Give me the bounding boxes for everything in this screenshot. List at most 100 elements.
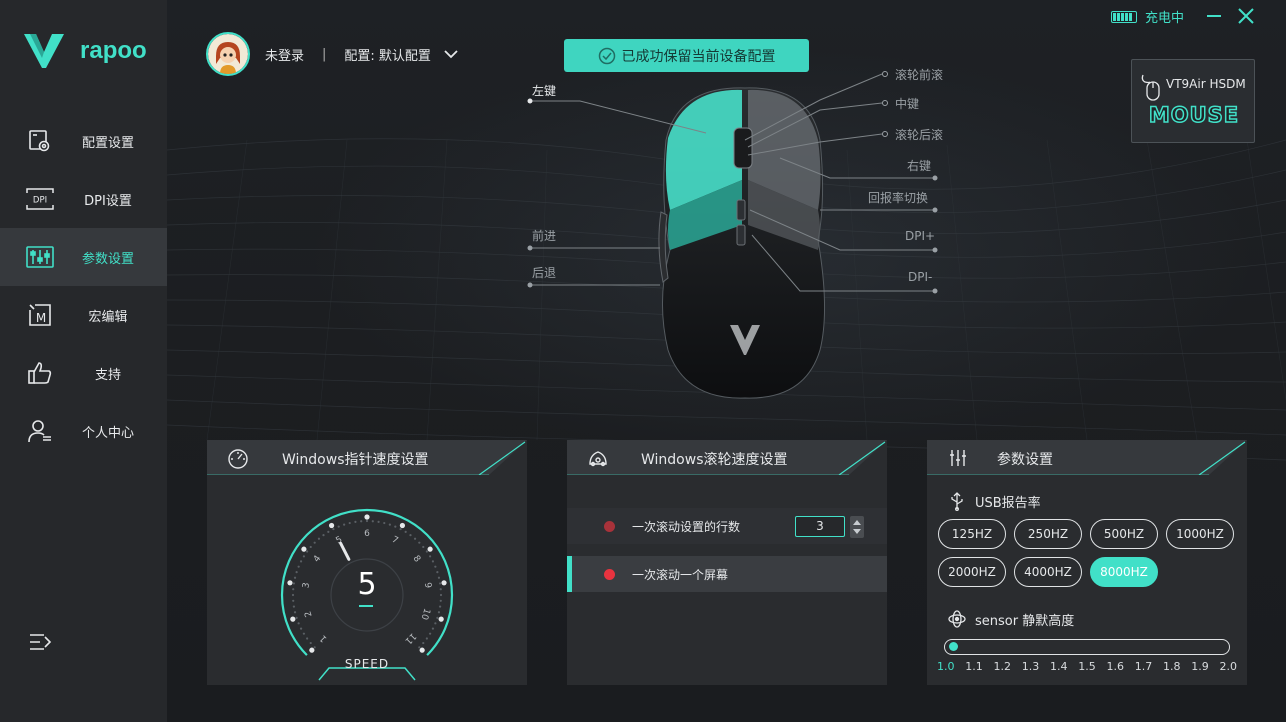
gauge-dot [436,616,439,619]
rate-250hz-button[interactable]: 250HZ [1014,519,1082,549]
gauge-dot [425,550,428,553]
radio-indicator [604,568,615,580]
scale-tick[interactable]: 1.2 [994,660,1012,673]
scale-tick[interactable]: 1.8 [1163,660,1181,673]
gauge-dot [360,520,363,523]
panel-title: Windows指针速度设置 [282,452,429,468]
avatar-icon [208,34,248,74]
gauge-tick-label: 1 [318,633,329,644]
sidebar-item-dpi[interactable]: DPI DPI设置 [0,170,167,228]
rate-4000hz-button[interactable]: 4000HZ [1014,557,1082,587]
rate-2000hz-button[interactable]: 2000HZ [938,557,1006,587]
label-report-rate-switch[interactable]: 回报率切换 [868,189,928,206]
label-back-button[interactable]: 后退 [532,264,556,281]
sidebar-item-label: DPI设置 [84,193,132,209]
collapse-menu-icon [30,634,52,650]
sidebar-item-config[interactable]: 配置设置 [0,112,167,170]
pointer-speed-panel: Windows指针速度设置 1 2 3 4 5 6 7 8 9 10 11 5 SPEED [207,440,527,685]
scale-tick[interactable]: 1.0 [937,660,955,673]
scroll-option-screen[interactable]: 一次滚动一个屏幕 [567,556,887,592]
sidebar-item-parameters[interactable]: 参数设置 [0,228,167,286]
gauge-dot [425,637,428,640]
macro-icon: M [26,301,54,329]
scale-tick[interactable]: 1.4 [1050,660,1068,673]
speedometer-icon [228,449,248,469]
sidebar-item-label: 宏编辑 [88,309,128,325]
scale-tick[interactable]: 1.9 [1191,660,1209,673]
lines-stepper[interactable] [850,516,864,538]
close-button[interactable] [1236,6,1256,26]
label-scroll-back[interactable]: 滚轮后滚 [895,126,943,143]
stepper-arrows-icon [853,520,861,534]
rate-500hz-button[interactable]: 500HZ [1090,519,1158,549]
sliders-icon [950,450,966,466]
gauge-dot [409,534,412,537]
label-dpi-plus[interactable]: DPI+ [905,229,935,243]
sidebar-item-profile[interactable]: 个人中心 [0,402,167,460]
sidebar-item-support[interactable]: 支持 [0,344,167,402]
thumbs-up-icon [26,359,54,387]
panel-header: Windows指针速度设置 [207,440,527,475]
option-label: 一次滚动一个屏幕 [632,567,729,582]
sensor-height-slider[interactable] [944,639,1230,655]
battery-icon [1110,10,1137,23]
panel-title: 参数设置 [997,452,1053,468]
gauge-tick-dot [364,514,370,520]
gauge-tick-dot [328,522,335,529]
lines-input[interactable]: 3 [795,516,845,537]
rate-125hz-button[interactable]: 125HZ [938,519,1006,549]
chevron-down-icon[interactable] [443,46,459,62]
user-name[interactable]: 未登录 [265,45,304,64]
title-bar: 充电中 [167,0,1286,32]
sidebar-nav: 配置设置 DPI DPI设置 参数设置 M 宏编辑 支持 个人中心 [0,112,167,460]
device-card[interactable]: VT9Air HSDM MOUSE [1131,59,1255,143]
sidebar-item-macro[interactable]: M 宏编辑 [0,286,167,344]
avatar[interactable] [206,32,250,76]
gauge-dot [309,641,312,645]
brand-logo: rapoo [22,32,147,70]
gauge-dot [313,541,316,544]
panel-title: Windows滚轮速度设置 [641,452,788,468]
label-left-button[interactable]: 左键 [532,82,556,99]
gauge-dot [297,622,300,625]
gauge-dot [413,537,417,540]
speed-value: 5 [357,567,377,602]
sidebar-item-label: 参数设置 [81,251,134,267]
svg-text:DPI: DPI [33,196,47,206]
rate-1000hz-button[interactable]: 1000HZ [1166,519,1234,549]
radio-indicator [604,520,615,532]
config-selector[interactable]: 配置: 默认配置 [344,45,431,64]
scale-tick[interactable]: 1.5 [1078,660,1096,673]
label-right-button[interactable]: 右键 [907,157,931,174]
charging-label: 充电中 [1144,11,1184,26]
slider-handle[interactable] [949,642,958,651]
scale-tick[interactable]: 1.7 [1135,660,1153,673]
scroll-wheel-icon [589,451,607,467]
parameters-panel: 参数设置 USB报告率 125HZ 250HZ 500HZ 1000HZ 200… [927,440,1247,685]
parameters-icon [26,243,54,271]
close-icon [1238,8,1254,24]
gauge-dot [365,519,369,523]
panel-header: Windows滚轮速度设置 [567,440,887,475]
collapse-sidebar-button[interactable] [28,630,54,654]
gauge-tick-dot [438,616,444,622]
scale-tick[interactable]: 2.0 [1220,660,1238,673]
gauge-dot [428,555,432,558]
usb-report-rate-heading: USB报告率 [947,491,1041,511]
label-middle-button[interactable]: 中键 [895,95,919,112]
label-scroll-forward[interactable]: 滚轮前滚 [895,66,943,83]
minimize-button[interactable] [1204,6,1224,26]
gauge-dot [309,545,312,549]
scale-tick[interactable]: 1.3 [1022,660,1040,673]
gauge-tick-label: 8 [411,554,423,565]
gauge-tick-label: 4 [312,554,324,565]
scale-tick[interactable]: 1.6 [1107,660,1125,673]
rate-8000hz-button[interactable]: 8000HZ [1090,557,1158,587]
label-dpi-minus[interactable]: DPI- [908,270,932,284]
scale-tick[interactable]: 1.1 [965,660,983,673]
device-type: MOUSE [1148,102,1240,128]
gauge-dot [404,530,407,534]
label-forward-button[interactable]: 前进 [532,227,556,244]
usb-label: USB报告率 [975,495,1041,511]
gauge-dot [313,646,316,649]
